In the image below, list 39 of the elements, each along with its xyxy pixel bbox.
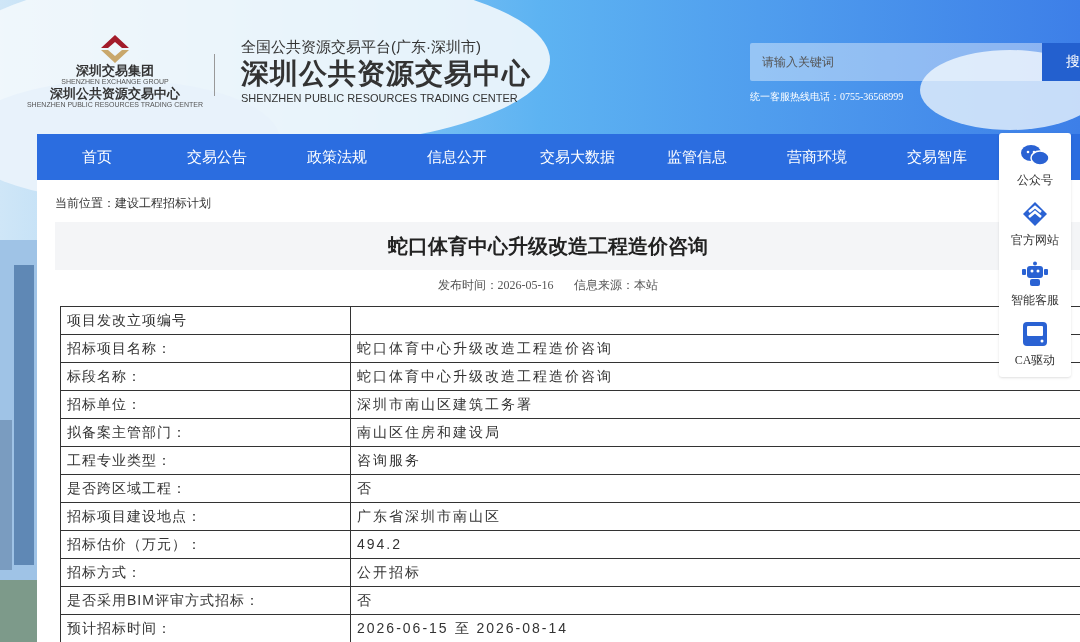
nav-item[interactable]: 监管信息	[637, 145, 757, 169]
hotline-text: 统一客服热线电话：0755-36568999	[750, 89, 905, 104]
side-link[interactable]: 智能客服	[1011, 261, 1059, 309]
logo-icon	[100, 33, 130, 64]
info-source: 信息来源：本站	[573, 277, 658, 294]
field-label: 招标项目名称：	[60, 334, 351, 363]
nav-item[interactable]: 信息公开	[397, 145, 517, 169]
side-link[interactable]: 官方网站	[1011, 201, 1059, 249]
field-label: 预计招标时间：	[60, 614, 351, 642]
center-name: 深圳公共资源交易中心	[50, 85, 180, 101]
nav-item[interactable]: 交易智库	[877, 145, 997, 169]
search-button[interactable]: 搜	[1042, 42, 1080, 81]
robot-icon	[1020, 261, 1050, 287]
nav-item[interactable]: 交易公告	[157, 145, 277, 169]
field-label: 工程专业类型：	[60, 446, 351, 475]
field-label: 招标项目建设地点：	[60, 502, 351, 531]
field-label: 招标单位：	[60, 390, 351, 419]
chat-bubbles-icon	[1020, 143, 1050, 167]
nav-item[interactable]: 首页	[37, 145, 157, 169]
publish-date: 发布时间：2026-05-16	[437, 277, 554, 294]
field-label: 是否采用BIM评审方式招标：	[60, 586, 351, 615]
group-name: 深圳交易集团	[76, 63, 154, 78]
site-title: 深圳公共资源交易中心	[241, 57, 531, 91]
nav-item[interactable]: 政策法规	[277, 145, 397, 169]
side-link[interactable]: 公众号	[1017, 143, 1053, 189]
site-title-en: SHENZHEN PUBLIC RESOURCES TRADING CENTER	[241, 91, 519, 105]
drive-icon	[1022, 321, 1048, 347]
field-label: 拟备案主管部门：	[60, 418, 351, 447]
logo-icon	[1022, 201, 1048, 227]
field-label: 招标方式：	[60, 558, 351, 587]
nav-item[interactable]: 交易大数据	[517, 145, 637, 169]
nav-item[interactable]: 营商环境	[757, 145, 877, 169]
field-label: 标段名称：	[60, 362, 351, 391]
field-label: 项目发改立项编号	[60, 306, 351, 335]
field-label: 是否跨区域工程：	[60, 474, 351, 503]
platform-name: 全国公共资源交易平台(广东·深圳市)	[241, 37, 482, 57]
field-label: 招标估价（万元）：	[60, 530, 351, 559]
breadcrumb: 当前位置：建设工程招标计划	[55, 195, 212, 212]
article-title: 蛇口体育中心升级改造工程造价咨询	[387, 234, 708, 259]
